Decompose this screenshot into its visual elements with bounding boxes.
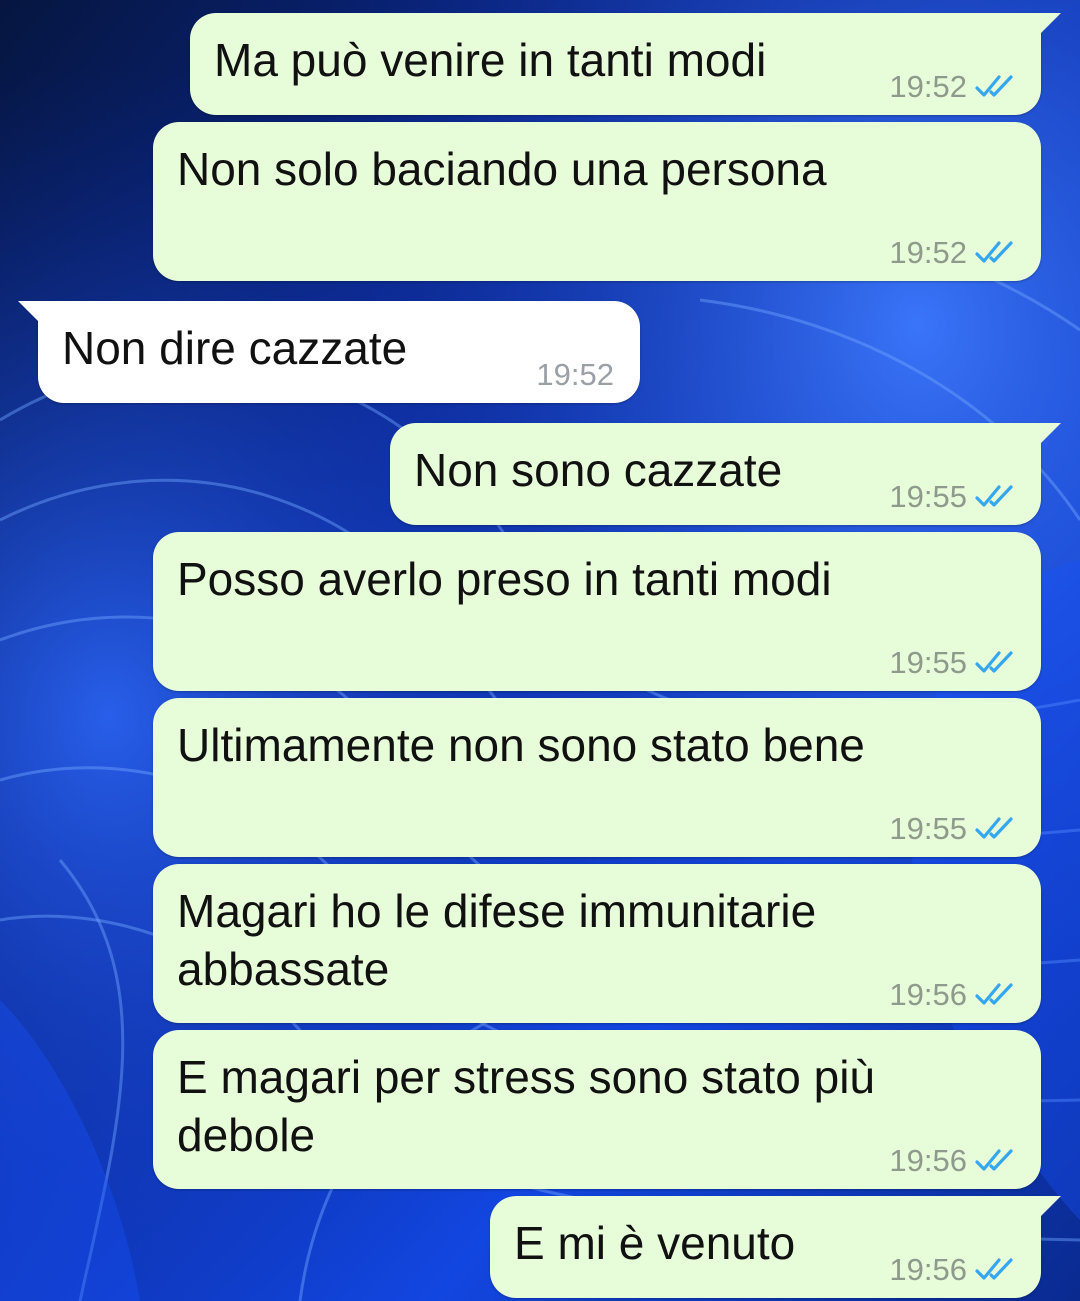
bubble-tail-icon	[1031, 1196, 1061, 1226]
message-meta: 19:55	[889, 645, 1019, 681]
message-time: 19:56	[889, 1252, 967, 1287]
message-meta: 19:56	[889, 977, 1019, 1013]
double-check-read-icon	[975, 1258, 1013, 1280]
bubble-tail-icon	[18, 301, 48, 331]
message-meta: 19:56	[889, 1143, 1019, 1179]
bubble-tail-icon	[1031, 423, 1061, 453]
double-check-read-icon	[975, 651, 1013, 673]
message-text: Posso averlo preso in tanti modi	[177, 553, 832, 605]
message-bubble-outgoing[interactable]: Non sono cazzate 19:55	[390, 423, 1061, 525]
message-meta: 19:55	[889, 811, 1019, 847]
double-check-read-icon	[975, 241, 1013, 263]
double-check-read-icon	[975, 817, 1013, 839]
message-bubble-outgoing[interactable]: Magari ho le difese immunitarie abbassat…	[153, 864, 1041, 1023]
message-bubble-outgoing[interactable]: E magari per stress sono stato più debol…	[153, 1030, 1041, 1189]
double-check-read-icon	[975, 485, 1013, 507]
message-bubble-outgoing[interactable]: Posso averlo preso in tanti modi 19:55	[153, 532, 1041, 691]
message-meta: 19:52	[536, 357, 614, 393]
message-bubble-outgoing[interactable]: Non solo baciando una persona 19:52	[153, 122, 1041, 281]
message-time: 19:56	[889, 977, 967, 1012]
bubble-tail-icon	[1031, 13, 1061, 43]
message-text: Non dire cazzate	[62, 322, 408, 374]
message-time: 19:55	[889, 811, 967, 846]
message-time: 19:52	[536, 357, 614, 392]
message-text: Ultimamente non sono stato bene	[177, 719, 865, 771]
message-meta: 19:52	[889, 235, 1019, 271]
message-time: 19:55	[889, 645, 967, 680]
double-check-read-icon	[975, 75, 1013, 97]
message-bubble-outgoing[interactable]: Ultimamente non sono stato bene 19:55	[153, 698, 1041, 857]
message-time: 19:56	[889, 1143, 967, 1178]
message-time: 19:55	[889, 479, 967, 514]
message-bubble-outgoing[interactable]: E mi è venuto 19:56	[490, 1196, 1061, 1298]
message-meta: 19:55	[889, 479, 1019, 515]
message-bubble-outgoing[interactable]: Ma può venire in tanti modi 19:52	[190, 13, 1061, 115]
double-check-read-icon	[975, 1149, 1013, 1171]
message-meta: 19:52	[889, 69, 1019, 105]
message-meta: 19:56	[889, 1252, 1019, 1288]
message-time: 19:52	[889, 69, 967, 104]
message-time: 19:52	[889, 235, 967, 270]
message-bubble-incoming[interactable]: Non dire cazzate 19:52	[18, 301, 640, 403]
double-check-read-icon	[975, 983, 1013, 1005]
message-text: Non solo baciando una persona	[177, 143, 827, 195]
